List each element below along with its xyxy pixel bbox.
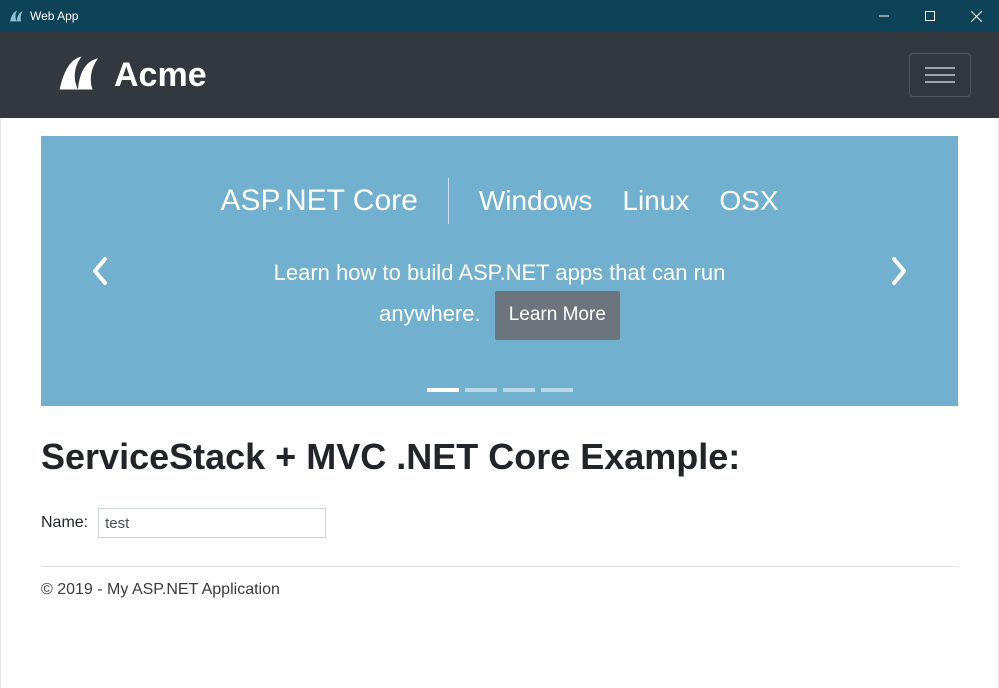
learn-more-button[interactable]: Learn More xyxy=(495,291,620,339)
page-content: ASP.NET Core Windows Linux OSX Learn how… xyxy=(0,118,999,688)
brand[interactable]: Acme xyxy=(56,51,207,100)
name-input[interactable] xyxy=(98,508,326,538)
window-title: Web App xyxy=(30,9,78,23)
tab-divider xyxy=(448,178,449,224)
carousel-next-button[interactable] xyxy=(880,247,918,295)
close-button[interactable] xyxy=(953,0,999,32)
carousel-tab-osx[interactable]: OSX xyxy=(719,185,778,217)
hero-carousel: ASP.NET Core Windows Linux OSX Learn how… xyxy=(41,136,958,406)
minimize-button[interactable] xyxy=(861,0,907,32)
window-controls xyxy=(861,0,999,32)
name-form-row: Name: xyxy=(41,508,958,567)
footer-text: © 2019 - My ASP.NET Application xyxy=(41,567,958,599)
brand-name: Acme xyxy=(114,56,207,95)
carousel-tab-linux[interactable]: Linux xyxy=(622,185,689,217)
carousel-indicator[interactable] xyxy=(503,388,535,392)
carousel-tabs: ASP.NET Core Windows Linux OSX xyxy=(221,178,779,224)
brand-logo-icon xyxy=(56,51,100,100)
section-heading: ServiceStack + MVC .NET Core Example: xyxy=(41,436,958,478)
carousel-body: Learn how to build ASP.NET apps that can… xyxy=(240,254,760,340)
carousel-tab-aspnet[interactable]: ASP.NET Core xyxy=(221,184,418,218)
window-titlebar: Web App xyxy=(0,0,999,32)
app-icon xyxy=(8,8,24,24)
maximize-button[interactable] xyxy=(907,0,953,32)
carousel-prev-button[interactable] xyxy=(81,247,119,295)
navbar: Acme xyxy=(0,32,999,118)
carousel-indicator[interactable] xyxy=(427,388,459,392)
hamburger-menu-button[interactable] xyxy=(909,53,971,97)
carousel-indicator[interactable] xyxy=(465,388,497,392)
carousel-indicator[interactable] xyxy=(541,388,573,392)
carousel-tab-windows[interactable]: Windows xyxy=(479,185,593,217)
carousel-indicators xyxy=(427,388,573,392)
name-label: Name: xyxy=(41,514,88,532)
